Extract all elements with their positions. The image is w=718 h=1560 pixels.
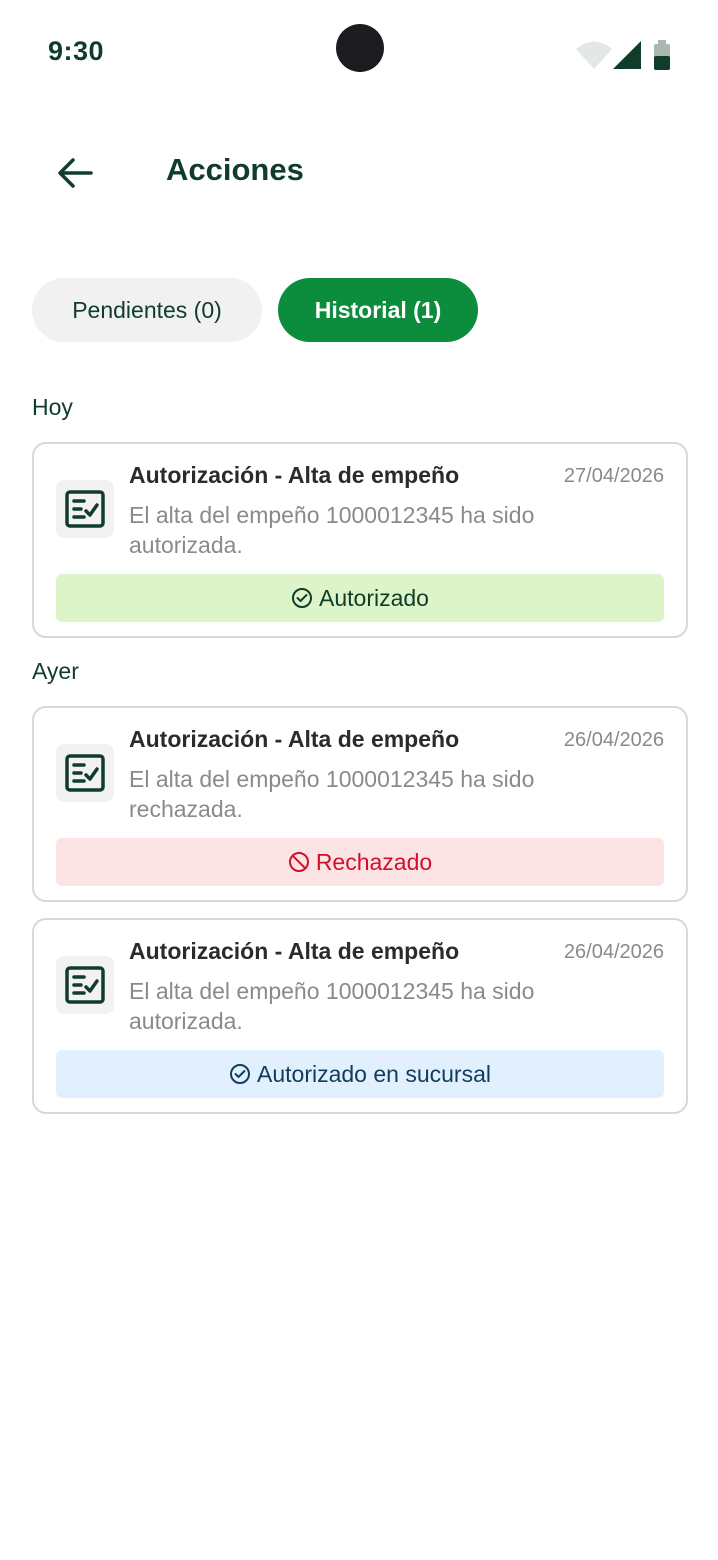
card-title: Autorización - Alta de empeño bbox=[129, 938, 460, 964]
card-title: Autorización - Alta de empeño bbox=[129, 726, 460, 752]
checklist-icon bbox=[56, 480, 114, 538]
section-label-today: Hoy bbox=[32, 394, 73, 420]
page-title: Acciones bbox=[166, 152, 304, 187]
battery-icon bbox=[654, 40, 670, 70]
back-button[interactable] bbox=[52, 150, 98, 196]
tab-bar: Pendientes (0) Historial (1) bbox=[32, 278, 478, 342]
status-badge-label: Autorizado bbox=[319, 584, 429, 611]
history-card[interactable]: Autorización - Alta de empeño 26/04/2026… bbox=[32, 706, 688, 902]
card-message: El alta del empeño 1000012345 ha sido au… bbox=[129, 502, 535, 558]
check-circle-icon bbox=[291, 587, 313, 609]
status-bar: 9:30 bbox=[0, 0, 718, 100]
front-camera bbox=[336, 24, 384, 72]
checklist-icon bbox=[56, 744, 114, 802]
block-icon bbox=[288, 851, 310, 873]
checklist-icon bbox=[56, 956, 114, 1014]
top-app-bar: Acciones bbox=[0, 130, 718, 214]
card-message: El alta del empeño 1000012345 ha sido re… bbox=[129, 766, 535, 822]
card-date: 26/04/2026 bbox=[563, 729, 664, 751]
tab-pendientes[interactable]: Pendientes (0) bbox=[32, 278, 262, 342]
tab-historial[interactable]: Historial (1) bbox=[278, 278, 478, 342]
cellular-signal-icon bbox=[613, 41, 641, 69]
history-card[interactable]: Autorización - Alta de empeño 27/04/2026… bbox=[32, 442, 688, 638]
section-label-yesterday: Ayer bbox=[32, 658, 79, 684]
card-date: 26/04/2026 bbox=[563, 941, 664, 963]
status-time: 9:30 bbox=[48, 36, 105, 66]
status-badge: Autorizado en sucursal bbox=[56, 1050, 664, 1098]
wifi-icon bbox=[576, 41, 612, 69]
status-badge: Rechazado bbox=[56, 838, 664, 886]
status-badge: Autorizado bbox=[56, 574, 664, 622]
arrow-left-icon bbox=[58, 158, 93, 188]
check-circle-icon bbox=[229, 1063, 251, 1085]
card-title: Autorización - Alta de empeño bbox=[129, 462, 460, 488]
status-badge-label: Autorizado en sucursal bbox=[257, 1060, 491, 1087]
card-message: El alta del empeño 1000012345 ha sido au… bbox=[129, 978, 535, 1034]
history-card[interactable]: Autorización - Alta de empeño 26/04/2026… bbox=[32, 918, 688, 1114]
card-date: 27/04/2026 bbox=[563, 465, 664, 487]
status-badge-label: Rechazado bbox=[315, 848, 433, 875]
